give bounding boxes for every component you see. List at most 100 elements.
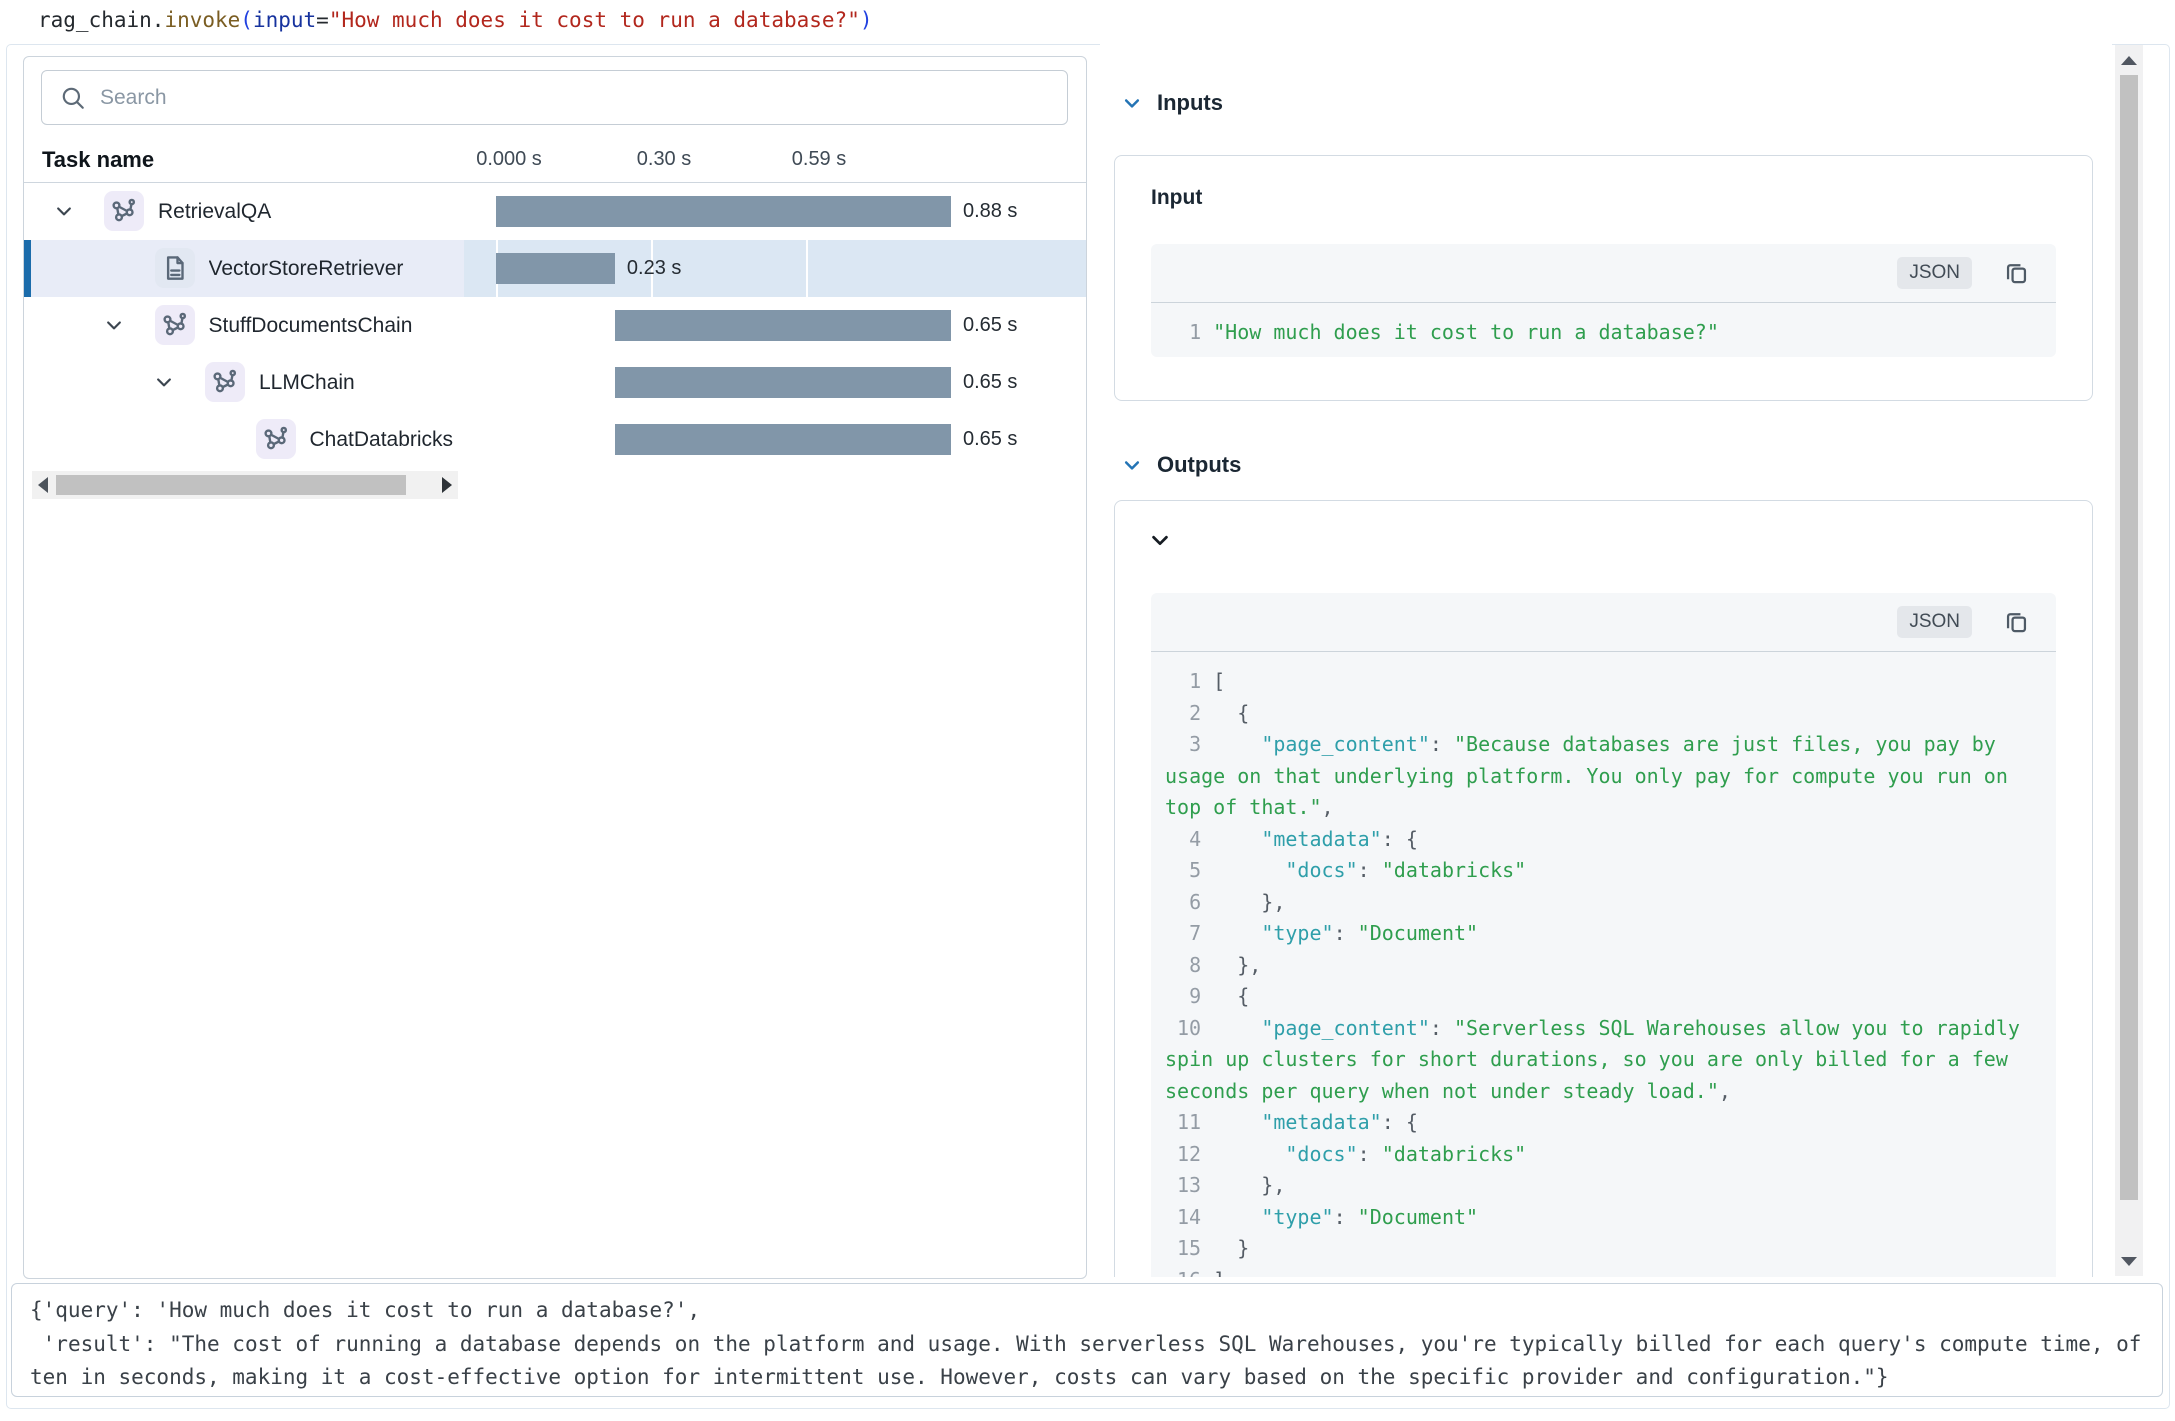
task-name: StuffDocumentsChain bbox=[209, 297, 465, 354]
duration-bar bbox=[496, 253, 615, 284]
chain-icon-badge bbox=[256, 419, 296, 459]
input-card: Input JSON 1 "How much does it cost to ru… bbox=[1114, 155, 2093, 401]
copy-icon[interactable] bbox=[2003, 608, 2030, 635]
task-row-VectorStoreRetriever[interactable]: VectorStoreRetriever 0.23 s bbox=[24, 240, 1086, 297]
details-panel: Inputs Input JSON 1 "How much does it cos… bbox=[1100, 44, 2112, 1277]
json-line: 6 }, bbox=[1165, 887, 2042, 919]
line-number: 10 bbox=[1165, 1013, 1201, 1045]
chain-icon-badge bbox=[155, 305, 195, 345]
axis-tick-1: 0.30 s bbox=[637, 137, 691, 182]
output-card: JSON 1[2 {3 "page_content": "Because dat… bbox=[1114, 500, 2093, 1277]
chain-icon bbox=[210, 367, 240, 397]
task-name: VectorStoreRetriever bbox=[209, 240, 465, 297]
input-code-content: 1 "How much does it cost to run a databas… bbox=[1151, 303, 2056, 357]
outputs-section-title: Outputs bbox=[1157, 452, 1241, 478]
line-number: 1 bbox=[1165, 317, 1201, 349]
chain-icon bbox=[261, 424, 291, 454]
json-line: 14 "type": "Document" bbox=[1165, 1202, 2042, 1234]
selected-row-accent bbox=[24, 240, 31, 297]
json-line: 15 } bbox=[1165, 1233, 2042, 1265]
duration-label: 0.23 s bbox=[627, 240, 681, 297]
horizontal-scrollbar-thumb[interactable] bbox=[56, 475, 406, 495]
copy-icon[interactable] bbox=[2003, 259, 2030, 286]
line-number: 1 bbox=[1165, 666, 1201, 698]
scroll-right-arrow-icon[interactable] bbox=[436, 471, 458, 499]
chevron-down-icon[interactable] bbox=[154, 372, 174, 392]
chain-icon-badge bbox=[104, 191, 144, 231]
task-row-RetrievalQA[interactable]: RetrievalQA 0.88 s bbox=[24, 183, 1086, 240]
chain-icon-badge bbox=[205, 362, 245, 402]
scroll-down-arrow-icon[interactable] bbox=[2115, 1248, 2143, 1274]
json-format-badge: JSON bbox=[1897, 257, 1972, 289]
line-number: 15 bbox=[1165, 1233, 1201, 1265]
json-format-badge: JSON bbox=[1897, 606, 1972, 638]
duration-bar bbox=[615, 367, 951, 398]
json-line: 11 "metadata": { bbox=[1165, 1107, 2042, 1139]
line-number: 16 bbox=[1165, 1265, 1201, 1278]
duration-label: 0.65 s bbox=[963, 354, 1017, 411]
json-line: 2 { bbox=[1165, 698, 2042, 730]
vertical-scrollbar-thumb[interactable] bbox=[2120, 75, 2138, 1200]
output-code-content: 1[2 {3 "page_content": "Because database… bbox=[1151, 652, 2056, 1277]
scroll-up-arrow-icon[interactable] bbox=[2115, 47, 2143, 73]
input-code-block: JSON 1 "How much does it cost to run a da… bbox=[1151, 244, 2056, 357]
json-line: 16] bbox=[1165, 1265, 2042, 1278]
input-value: "How much does it cost to run a database… bbox=[1213, 320, 1719, 344]
line-number: 12 bbox=[1165, 1139, 1201, 1171]
duration-label: 0.65 s bbox=[963, 411, 1017, 468]
json-line: 8 }, bbox=[1165, 950, 2042, 982]
line-number: 11 bbox=[1165, 1107, 1201, 1139]
outputs-section-header[interactable]: Outputs bbox=[1122, 452, 1241, 478]
task-tree-panel: Task name 0.000 s 0.30 s 0.59 s Retrieva… bbox=[23, 56, 1087, 1279]
json-line: 9 { bbox=[1165, 981, 2042, 1013]
chevron-down-icon[interactable] bbox=[54, 201, 74, 221]
result-query-line: {'query': 'How much does it cost to run … bbox=[30, 1294, 2144, 1328]
input-field-label: Input bbox=[1151, 186, 1202, 210]
line-number: 8 bbox=[1165, 950, 1201, 982]
chevron-down-icon[interactable] bbox=[104, 315, 124, 335]
inputs-section-header[interactable]: Inputs bbox=[1122, 90, 1223, 116]
line-number: 9 bbox=[1165, 981, 1201, 1013]
duration-bar bbox=[496, 196, 951, 227]
line-number: 7 bbox=[1165, 918, 1201, 950]
line-number: 4 bbox=[1165, 824, 1201, 856]
task-name: ChatDatabricks bbox=[310, 411, 465, 468]
input-code-toolbar: JSON bbox=[1151, 244, 2056, 303]
collapse-chevron-down-icon[interactable] bbox=[1149, 529, 1171, 551]
line-number: 13 bbox=[1165, 1170, 1201, 1202]
line-number: 6 bbox=[1165, 887, 1201, 919]
json-line: 12 "docs": "databricks" bbox=[1165, 1139, 2042, 1171]
line-number: 2 bbox=[1165, 698, 1201, 730]
json-line: 5 "docs": "databricks" bbox=[1165, 855, 2042, 887]
chevron-down-icon bbox=[1122, 455, 1142, 475]
search-icon bbox=[60, 85, 86, 111]
chain-icon bbox=[160, 310, 190, 340]
inputs-section-title: Inputs bbox=[1157, 90, 1223, 116]
line-number: 14 bbox=[1165, 1202, 1201, 1234]
json-line: 10 "page_content": "Serverless SQL Wareh… bbox=[1165, 1013, 2042, 1108]
result-output-box: {'query': 'How much does it cost to run … bbox=[11, 1283, 2163, 1397]
vertical-scrollbar[interactable] bbox=[2115, 45, 2143, 1276]
task-name: LLMChain bbox=[259, 354, 464, 411]
json-line: 1[ bbox=[1165, 666, 2042, 698]
json-line: 13 }, bbox=[1165, 1170, 2042, 1202]
search-input[interactable] bbox=[98, 85, 1067, 111]
document-icon-badge bbox=[155, 248, 195, 288]
scroll-left-arrow-icon[interactable] bbox=[32, 471, 54, 499]
json-line: 7 "type": "Document" bbox=[1165, 918, 2042, 950]
duration-label: 0.88 s bbox=[963, 183, 1017, 240]
output-code-block: JSON 1[2 {3 "page_content": "Because dat… bbox=[1151, 593, 2056, 1277]
task-row-LLMChain[interactable]: LLMChain 0.65 s bbox=[24, 354, 1086, 411]
task-name: RetrievalQA bbox=[158, 183, 464, 240]
chevron-down-icon bbox=[1122, 93, 1142, 113]
timeline-gridline bbox=[806, 240, 808, 297]
axis-tick-2: 0.59 s bbox=[792, 137, 846, 182]
json-line: 4 "metadata": { bbox=[1165, 824, 2042, 856]
duration-bar bbox=[615, 424, 951, 455]
document-icon bbox=[160, 253, 190, 283]
task-row-ChatDatabricks[interactable]: ChatDatabricks 0.65 s bbox=[24, 411, 1086, 468]
task-name-column-header: Task name bbox=[42, 137, 154, 182]
horizontal-scrollbar[interactable] bbox=[32, 471, 458, 499]
duration-label: 0.65 s bbox=[963, 297, 1017, 354]
task-row-StuffDocumentsChain[interactable]: StuffDocumentsChain 0.65 s bbox=[24, 297, 1086, 354]
